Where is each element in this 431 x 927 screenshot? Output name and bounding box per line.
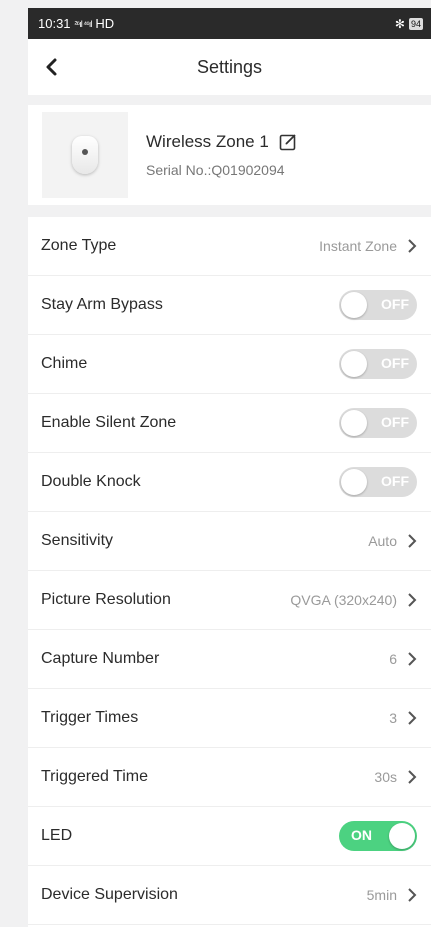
status-bar: 10:31 ²⁶ıl ⁴⁶ıl HD ✻ 94 [28, 8, 431, 39]
setting-device-supervision[interactable]: Device Supervision 5min [28, 866, 431, 925]
setting-label: Zone Type [41, 237, 117, 254]
setting-label: LED [41, 827, 73, 844]
edit-icon[interactable] [279, 133, 297, 151]
setting-value: 6 [389, 651, 397, 667]
setting-stay-arm-bypass: Stay Arm Bypass OFF [28, 276, 431, 335]
setting-triggered-time[interactable]: Triggered Time 30s [28, 748, 431, 807]
setting-double-knock: Double Knock OFF [28, 453, 431, 512]
toggle-knob [341, 410, 367, 436]
device-card: Wireless Zone 1 Serial No.:Q01902094 [28, 105, 431, 217]
setting-value: 30s [374, 769, 397, 785]
setting-label: Triggered Time [41, 768, 148, 785]
setting-capture-number[interactable]: Capture Number 6 [28, 630, 431, 689]
signal-icon: ²⁶ıl ⁴⁶ıl [74, 18, 93, 29]
setting-sensitivity[interactable]: Sensitivity Auto [28, 512, 431, 571]
led-toggle[interactable]: ON [339, 821, 417, 851]
setting-zone-type[interactable]: Zone Type Instant Zone [28, 217, 431, 276]
toggle-knob [389, 823, 415, 849]
nav-bar: Settings [28, 39, 431, 105]
setting-value: QVGA (320x240) [290, 592, 397, 608]
device-name: Wireless Zone 1 [146, 132, 269, 151]
setting-value: 5min [366, 887, 397, 903]
chevron-right-icon [408, 888, 417, 902]
setting-label: Double Knock [41, 473, 141, 490]
setting-label: Enable Silent Zone [41, 414, 177, 431]
toggle-state: OFF [381, 296, 409, 312]
setting-label: Chime [41, 355, 88, 372]
setting-trigger-times[interactable]: Trigger Times 3 [28, 689, 431, 748]
setting-chime: Chime OFF [28, 335, 431, 394]
serial-number: Serial No.:Q01902094 [146, 162, 285, 178]
phone-screen: 10:31 ²⁶ıl ⁴⁶ıl HD ✻ 94 Settings Wireles… [28, 8, 431, 927]
toggle-state: OFF [381, 414, 409, 430]
device-image [42, 112, 128, 198]
network-type: HD [95, 16, 115, 31]
setting-label: Capture Number [41, 650, 160, 667]
setting-value: Instant Zone [319, 238, 397, 254]
setting-value: Auto [368, 533, 397, 549]
toggle-state: OFF [381, 355, 409, 371]
chevron-right-icon [408, 593, 417, 607]
chevron-right-icon [408, 770, 417, 784]
double-knock-toggle[interactable]: OFF [339, 467, 417, 497]
battery-level: 94 [408, 17, 423, 30]
silent-zone-toggle[interactable]: OFF [339, 408, 417, 438]
toggle-state: OFF [381, 473, 409, 489]
setting-label: Device Supervision [41, 886, 178, 903]
toggle-knob [341, 469, 367, 495]
setting-led: LED ON [28, 807, 431, 866]
setting-value: 3 [389, 710, 397, 726]
toggle-knob [341, 351, 367, 377]
toggle-state: ON [351, 827, 372, 843]
settings-list: Zone Type Instant Zone Stay Arm Bypass O… [28, 217, 431, 925]
chevron-right-icon [408, 711, 417, 725]
chevron-right-icon [408, 534, 417, 548]
bluetooth-icon: ✻ [394, 16, 405, 31]
toggle-knob [341, 292, 367, 318]
stay-arm-bypass-toggle[interactable]: OFF [339, 290, 417, 320]
status-time: 10:31 [38, 16, 71, 31]
setting-label: Picture Resolution [41, 591, 171, 608]
chevron-right-icon [408, 239, 417, 253]
chime-toggle[interactable]: OFF [339, 349, 417, 379]
setting-label: Stay Arm Bypass [41, 296, 163, 313]
setting-picture-resolution[interactable]: Picture Resolution QVGA (320x240) [28, 571, 431, 630]
setting-label: Sensitivity [41, 532, 114, 549]
page-title: Settings [196, 56, 263, 77]
setting-label: Trigger Times [41, 709, 139, 726]
sensor-icon [72, 136, 98, 174]
chevron-right-icon [408, 652, 417, 666]
setting-enable-silent-zone: Enable Silent Zone OFF [28, 394, 431, 453]
back-icon[interactable] [42, 57, 62, 77]
